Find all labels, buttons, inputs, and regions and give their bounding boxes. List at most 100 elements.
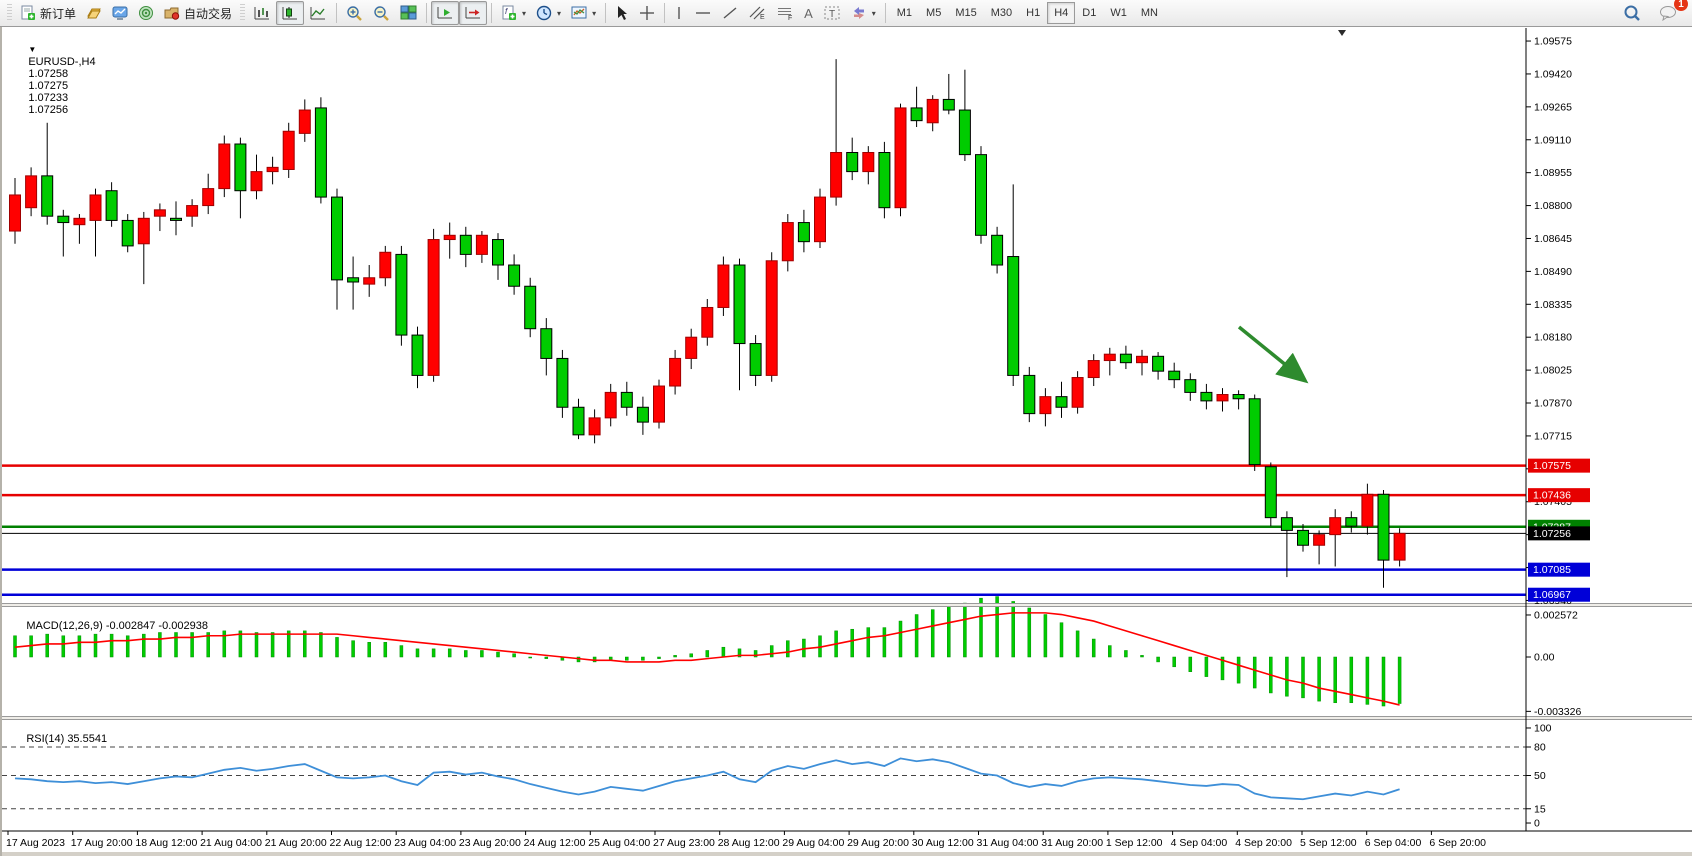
toolbar-grip[interactable] [7,4,12,22]
trendline-tool-button[interactable] [717,1,743,25]
bull-candle [766,261,777,376]
timeframe-mn-button[interactable]: MN [1134,2,1165,24]
bull-candle [718,265,729,307]
svg-text:22 Aug 12:00: 22 Aug 12:00 [330,837,392,849]
svg-text:21 Aug 04:00: 21 Aug 04:00 [200,837,262,849]
timeframe-m1-button[interactable]: M1 [890,2,919,24]
svg-text:31 Aug 20:00: 31 Aug 20:00 [1041,837,1103,849]
bull-candle [444,235,455,239]
crosshair-tool-button[interactable] [634,1,660,25]
svg-text:100: 100 [1534,722,1552,734]
templates-button[interactable]: ▾ [566,1,601,25]
new-order-label: 新订单 [40,5,76,22]
chart-shift-button[interactable] [459,1,487,25]
svg-text:1.08645: 1.08645 [1534,233,1572,245]
vertical-line-icon [674,5,684,21]
new-order-button[interactable]: 新订单 [15,1,81,25]
autoscroll-button[interactable] [431,1,459,25]
timeframe-h1-button[interactable]: H1 [1019,2,1047,24]
svg-text:18 Aug 12:00: 18 Aug 12:00 [135,837,197,849]
svg-text:50: 50 [1534,770,1546,782]
cursor-tool-button[interactable] [610,1,634,25]
channel-tool-button[interactable]: E [743,1,771,25]
svg-text:1.09265: 1.09265 [1534,101,1572,113]
search-button[interactable] [1618,1,1646,25]
charts-profile-button[interactable] [81,1,107,25]
price-chart-canvas[interactable]: 1.095751.094201.092651.091101.089551.088… [2,27,1692,856]
bear-candle [348,278,359,282]
ohlc-high: 1.07275 [28,80,68,92]
bar-chart-button[interactable] [248,1,276,25]
fibonacci-tool-button[interactable]: F [771,1,799,25]
timeframe-d1-button[interactable]: D1 [1075,2,1103,24]
svg-text:29 Aug 20:00: 29 Aug 20:00 [847,837,909,849]
bear-candle [1120,354,1131,362]
bull-candle [380,252,391,277]
bull-candle [90,195,101,220]
bull-candle [1072,378,1083,408]
svg-text:5 Sep 12:00: 5 Sep 12:00 [1300,837,1357,849]
autotrade-button[interactable]: 自动交易 [159,1,237,25]
bull-candle [187,206,198,217]
bear-candle [1265,467,1276,518]
tile-windows-button[interactable] [395,1,422,25]
timeframe-w1-button[interactable]: W1 [1103,2,1134,24]
svg-text:1.09420: 1.09420 [1534,68,1572,80]
line-chart-button[interactable] [304,1,332,25]
bull-candle [863,152,874,171]
indicators-button[interactable]: f ▾ [496,1,531,25]
vertical-line-tool-button[interactable] [669,1,689,25]
svg-text:1.08490: 1.08490 [1534,266,1572,278]
bear-candle [1008,257,1019,376]
bull-candle [476,235,487,254]
horizontal-line-tool-button[interactable] [689,1,717,25]
bear-candle [1169,371,1180,379]
shapes-tool-button[interactable]: ▾ [846,1,881,25]
bear-candle [396,254,407,335]
symbol-dropdown-icon[interactable]: ▼ [28,45,36,54]
text-label-tool-button[interactable]: T [818,1,846,25]
toolbar: 新订单 自动交易 [0,0,1692,27]
charts-profile-icon [86,5,102,21]
bear-candle [1153,356,1164,371]
indicators-caret-icon: ▾ [522,9,526,18]
svg-text:15: 15 [1534,803,1546,815]
timeframe-m30-button[interactable]: M30 [984,2,1019,24]
zoom-in-button[interactable] [341,1,368,25]
bull-candle [1362,494,1373,526]
svg-text:T: T [829,9,835,20]
timeframe-m15-button[interactable]: M15 [948,2,983,24]
bear-candle [58,216,69,222]
bear-candle [911,108,922,121]
bull-candle [26,176,37,208]
bar-chart-icon [253,5,271,21]
text-tool-button[interactable]: A [799,1,818,25]
market-watch-button[interactable] [107,1,133,25]
bear-candle [1024,375,1035,413]
search-icon [1623,4,1641,22]
bull-candle [686,337,697,358]
svg-text:25 Aug 04:00: 25 Aug 04:00 [588,837,650,849]
bull-candle [654,386,665,422]
market-watch-icon [112,5,128,21]
svg-text:E: E [760,14,765,21]
bull-candle [605,392,616,417]
navigator-button[interactable] [133,1,159,25]
rsi-indicator-label: RSI(14) 35.5541 [8,721,107,757]
svg-text:0.002572: 0.002572 [1534,609,1578,621]
bear-candle [106,191,117,221]
timeframe-h4-button[interactable]: H4 [1047,2,1075,24]
periods-button[interactable]: ▾ [531,1,566,25]
svg-text:1.09575: 1.09575 [1534,36,1572,48]
bear-candle [557,358,568,407]
toolbar-grip[interactable] [240,4,245,22]
notifications-button[interactable]: 1 [1654,1,1682,25]
bear-candle [541,329,552,359]
ohlc-low: 1.07233 [28,92,68,104]
timeframe-m5-button[interactable]: M5 [919,2,948,24]
bear-candle [1346,518,1357,526]
svg-text:6 Sep 04:00: 6 Sep 04:00 [1365,837,1422,849]
zoom-out-button[interactable] [368,1,395,25]
chart-window[interactable]: 1.095751.094201.092651.091101.089551.088… [0,27,1692,856]
candlestick-chart-button[interactable] [276,1,304,25]
